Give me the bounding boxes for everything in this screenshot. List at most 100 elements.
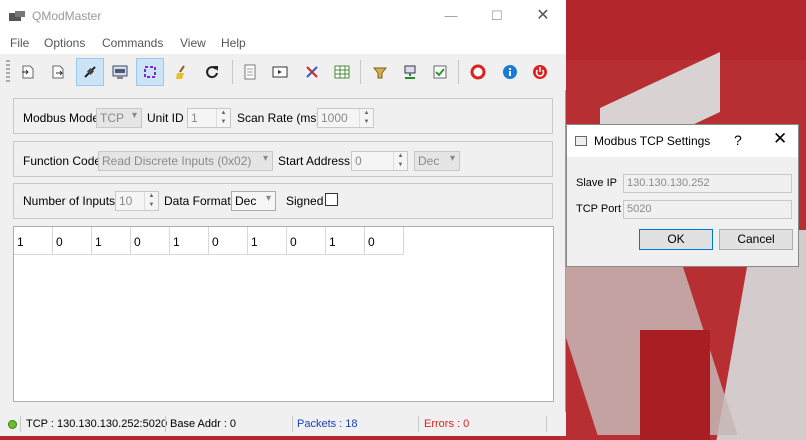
address-format-value: Dec bbox=[418, 154, 440, 168]
connection-status-led-icon bbox=[8, 420, 17, 429]
spin-arrows-icon[interactable]: ▲ ▼ bbox=[393, 152, 407, 170]
dialog-help-button[interactable]: ? bbox=[734, 132, 742, 148]
spin-arrows-icon[interactable]: ▲ ▼ bbox=[144, 192, 158, 210]
scan-rate-label: Scan Rate (ms) bbox=[237, 111, 321, 125]
toolbar-grip[interactable] bbox=[6, 60, 10, 84]
dialog-close-button[interactable]: ✕ bbox=[773, 129, 787, 149]
network-icon[interactable] bbox=[396, 58, 424, 86]
data-table[interactable]: 1 0 1 0 1 0 1 0 1 0 bbox=[13, 226, 554, 402]
table-cell[interactable]: 0 bbox=[287, 227, 326, 255]
table-cell[interactable]: 1 bbox=[92, 227, 131, 255]
start-address-spinbox[interactable]: 0 ▲ ▼ bbox=[351, 151, 408, 171]
desktop-background-shape bbox=[640, 330, 710, 440]
dialog-window-icon bbox=[575, 136, 587, 146]
table-cell[interactable]: 1 bbox=[14, 227, 53, 255]
table-cell[interactable]: 1 bbox=[248, 227, 287, 255]
table-cell[interactable]: 0 bbox=[209, 227, 248, 255]
modbus-mode-label: Modbus Mode bbox=[23, 111, 100, 125]
reset-icon[interactable] bbox=[198, 58, 226, 86]
signed-checkbox[interactable] bbox=[325, 193, 338, 206]
bus-monitor-icon[interactable] bbox=[236, 58, 264, 86]
data-format-value: Dec bbox=[235, 194, 257, 208]
signed-label: Signed bbox=[286, 194, 324, 208]
close-button[interactable]: ✕ bbox=[520, 0, 566, 32]
status-separator bbox=[546, 416, 547, 432]
address-format-select[interactable]: Dec ▾ bbox=[414, 151, 460, 171]
help-icon[interactable] bbox=[464, 58, 492, 86]
tools-icon[interactable] bbox=[266, 58, 294, 86]
check-icon[interactable] bbox=[426, 58, 454, 86]
function-code-value: Read Discrete Inputs (0x02) bbox=[102, 154, 252, 168]
menu-commands[interactable]: Commands bbox=[102, 36, 163, 50]
headers-icon[interactable] bbox=[366, 58, 394, 86]
slave-ip-label: Slave IP bbox=[576, 177, 617, 189]
minimize-button[interactable]: — bbox=[428, 0, 474, 32]
cancel-button[interactable]: Cancel bbox=[719, 229, 793, 250]
table-cell[interactable]: 0 bbox=[365, 227, 404, 255]
menu-bar: File Options Commands View Help bbox=[0, 32, 566, 54]
start-address-value: 0 bbox=[355, 154, 362, 168]
maximize-button[interactable]: ☐ bbox=[474, 0, 520, 32]
table-cell[interactable]: 1 bbox=[170, 227, 209, 255]
table-cell[interactable]: 0 bbox=[53, 227, 92, 255]
function-code-select[interactable]: Read Discrete Inputs (0x02) ▾ bbox=[98, 151, 273, 171]
toolbar bbox=[0, 54, 566, 90]
chevron-down-icon: ▾ bbox=[262, 153, 268, 164]
packets-status: Packets : 18 bbox=[297, 418, 358, 430]
table-cell[interactable]: 0 bbox=[131, 227, 170, 255]
unit-id-spinbox[interactable]: 1 ▲ ▼ bbox=[187, 108, 231, 128]
toolbar-separator bbox=[458, 60, 459, 84]
status-separator bbox=[292, 416, 293, 432]
menu-file[interactable]: File bbox=[10, 36, 29, 50]
menu-options[interactable]: Options bbox=[44, 36, 85, 50]
status-separator bbox=[165, 416, 166, 432]
connect-icon[interactable] bbox=[76, 58, 104, 86]
modbus-mode-value: TCP bbox=[100, 111, 124, 125]
spin-arrows-icon[interactable]: ▲ ▼ bbox=[359, 109, 373, 127]
tcp-port-field[interactable]: 5020 bbox=[623, 200, 792, 219]
connection-group: Modbus Mode TCP ▾ Unit ID 1 ▲ ▼ Scan Rate… bbox=[13, 98, 553, 134]
title-bar[interactable]: QModMaster — ☐ ✕ bbox=[0, 0, 566, 32]
exit-icon[interactable] bbox=[526, 58, 554, 86]
start-address-label: Start Address bbox=[278, 154, 351, 168]
about-icon[interactable] bbox=[496, 58, 524, 86]
connection-status: TCP : 130.130.130.252:5020 bbox=[26, 418, 168, 430]
save-session-icon[interactable] bbox=[44, 58, 72, 86]
status-separator bbox=[20, 416, 21, 432]
clear-icon[interactable] bbox=[168, 58, 196, 86]
unit-id-label: Unit ID bbox=[147, 111, 184, 125]
dialog-title-bar[interactable]: Modbus TCP Settings ? ✕ bbox=[567, 125, 798, 157]
dialog-title: Modbus TCP Settings bbox=[594, 134, 711, 148]
scan-icon[interactable] bbox=[136, 58, 164, 86]
status-bar: TCP : 130.130.130.252:5020 Base Addr : 0… bbox=[0, 412, 566, 436]
data-format-label: Data Format bbox=[164, 194, 231, 208]
app-icon bbox=[9, 11, 25, 21]
load-session-icon[interactable] bbox=[14, 58, 42, 86]
number-of-inputs-value: 10 bbox=[119, 194, 133, 208]
chevron-down-icon: ▾ bbox=[265, 193, 271, 204]
serial-port-icon[interactable] bbox=[106, 58, 134, 86]
scan-rate-value: 1000 bbox=[321, 111, 348, 125]
scan-rate-spinbox[interactable]: 1000 ▲ ▼ bbox=[317, 108, 374, 128]
table-cell[interactable]: 1 bbox=[326, 227, 365, 255]
menu-help[interactable]: Help bbox=[221, 36, 246, 50]
ok-button[interactable]: OK bbox=[639, 229, 713, 250]
inputs-group: Number of Inputs 10 ▲ ▼ Data Format Dec ▾… bbox=[13, 183, 553, 219]
number-of-inputs-spinbox[interactable]: 10 ▲ ▼ bbox=[115, 191, 159, 211]
data-format-select[interactable]: Dec ▾ bbox=[231, 191, 276, 211]
chevron-down-icon: ▾ bbox=[131, 110, 137, 121]
number-of-inputs-label: Number of Inputs bbox=[23, 194, 116, 208]
settings-icon[interactable] bbox=[298, 58, 326, 86]
status-separator bbox=[418, 416, 419, 432]
function-group: Function Code Read Discrete Inputs (0x02… bbox=[13, 141, 553, 177]
modbus-mode-select[interactable]: TCP ▾ bbox=[96, 108, 142, 128]
menu-view[interactable]: View bbox=[180, 36, 206, 50]
tcp-port-label: TCP Port bbox=[576, 203, 622, 215]
base-address-status: Base Addr : 0 bbox=[170, 418, 237, 430]
slave-ip-field[interactable]: 130.130.130.252 bbox=[623, 174, 792, 193]
chevron-down-icon: ▾ bbox=[449, 153, 455, 164]
table-icon[interactable] bbox=[328, 58, 356, 86]
errors-status: Errors : 0 bbox=[424, 418, 470, 430]
spin-arrows-icon[interactable]: ▲ ▼ bbox=[216, 109, 230, 127]
toolbar-separator bbox=[232, 60, 233, 84]
